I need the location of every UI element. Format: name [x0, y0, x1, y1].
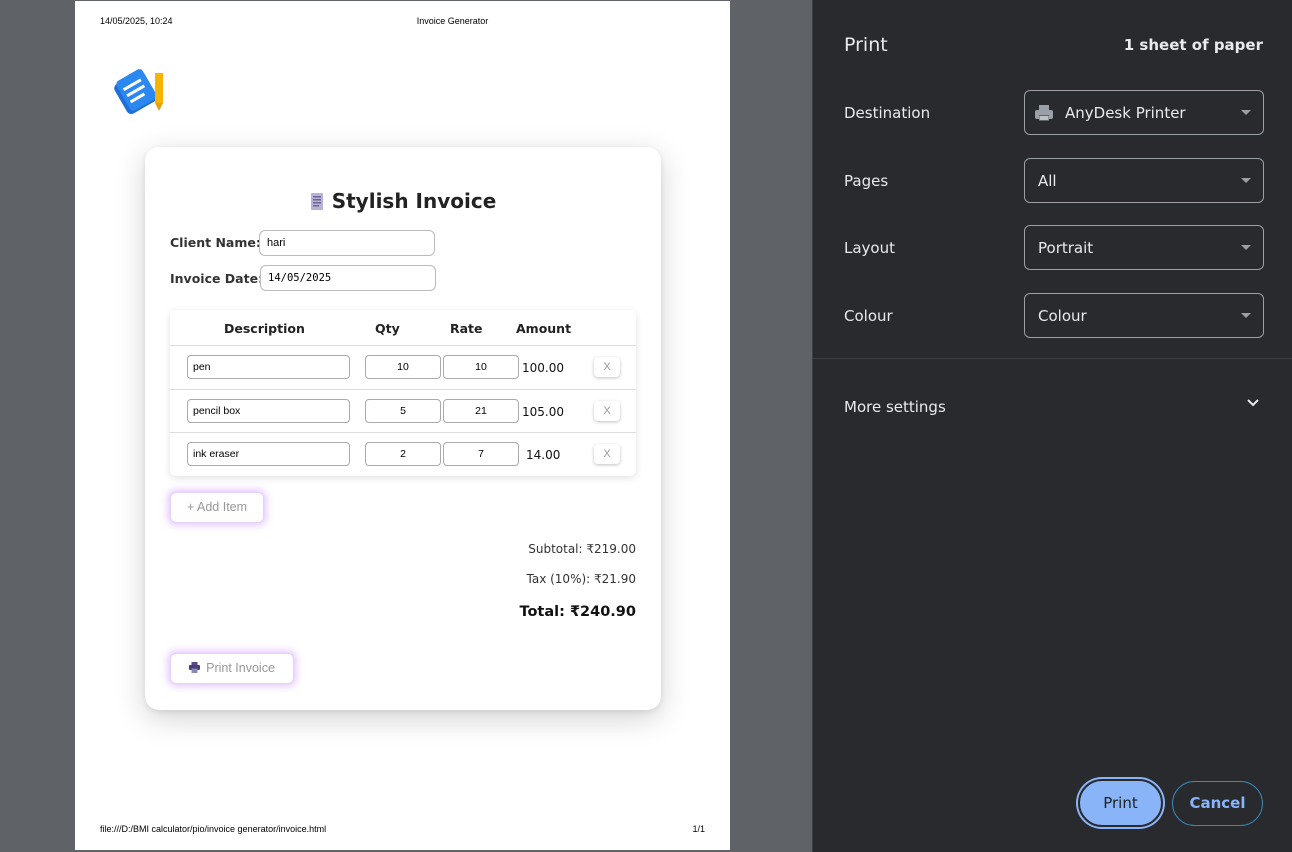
- more-settings-toggle[interactable]: More settings: [813, 384, 1292, 428]
- column-header-description: Description: [224, 321, 305, 336]
- layout-select[interactable]: Portrait: [1024, 225, 1264, 270]
- colour-select[interactable]: Colour: [1024, 293, 1264, 338]
- table-row: pen 10 10 100.00 X: [170, 345, 636, 388]
- cancel-button[interactable]: Cancel: [1172, 781, 1263, 826]
- colour-label: Colour: [844, 307, 893, 325]
- add-item-button[interactable]: + Add Item: [170, 492, 264, 523]
- destination-value: AnyDesk Printer: [1065, 104, 1186, 122]
- printer-icon: [1035, 105, 1053, 121]
- panel-title: Print: [844, 34, 888, 56]
- invoice-logo-icon: [114, 69, 163, 115]
- more-settings-label: More settings: [844, 398, 946, 416]
- destination-label: Destination: [844, 104, 931, 122]
- item-description-input[interactable]: ink eraser: [187, 442, 350, 466]
- invoice-card: Stylish Invoice Client Name: hari Invoic…: [145, 147, 661, 710]
- client-name-label: Client Name:: [170, 235, 261, 250]
- client-name-input[interactable]: hari: [259, 230, 435, 256]
- table-row: pencil box 5 21 105.00 X: [170, 389, 636, 432]
- column-header-amount: Amount: [516, 321, 572, 336]
- print-invoice-button[interactable]: Print Invoice: [170, 653, 294, 684]
- remove-item-button[interactable]: X: [594, 444, 620, 464]
- chevron-down-icon: [1241, 110, 1251, 115]
- remove-item-button[interactable]: X: [594, 401, 620, 421]
- footer-page-number: 1/1: [692, 824, 705, 834]
- column-header-qty: Qty: [375, 321, 400, 336]
- header-title: Invoice Generator: [416, 16, 489, 26]
- layout-value: Portrait: [1038, 239, 1094, 257]
- invoice-title-text: Stylish Invoice: [331, 189, 497, 213]
- invoice-date-label: Invoice Date:: [170, 271, 264, 286]
- invoice-date-input[interactable]: 14/05/2025: [260, 265, 436, 291]
- subtotal-text: Subtotal: ₹219.00: [528, 542, 636, 556]
- chevron-down-icon: [1247, 399, 1259, 407]
- items-table: Description Qty Rate Amount pen 10 10 10…: [170, 310, 636, 476]
- chevron-down-icon: [1241, 245, 1251, 250]
- print-button[interactable]: Print: [1078, 779, 1163, 827]
- print-preview-area: 14/05/2025, 10:24 Invoice Generator Styl…: [0, 0, 812, 852]
- chevron-down-icon: [1241, 313, 1251, 318]
- item-amount: 105.00: [522, 405, 564, 419]
- colour-value: Colour: [1038, 307, 1087, 325]
- item-rate-input[interactable]: 7: [443, 442, 519, 466]
- layout-label: Layout: [844, 239, 895, 257]
- item-qty-input[interactable]: 2: [365, 442, 441, 466]
- print-settings-panel: Print 1 sheet of paper Destination AnyDe…: [812, 0, 1292, 852]
- print-invoice-label: Print Invoice: [206, 661, 275, 675]
- item-qty-input[interactable]: 10: [365, 355, 441, 379]
- chevron-down-icon: [1241, 178, 1251, 183]
- preview-sheet: 14/05/2025, 10:24 Invoice Generator Styl…: [75, 1, 730, 850]
- footer-url: file:///D:/BMI calculator/pio/invoice ge…: [100, 824, 327, 834]
- pages-select[interactable]: All: [1024, 158, 1264, 203]
- sheet-count: 1 sheet of paper: [1123, 36, 1263, 54]
- total-text: Total: ₹240.90: [519, 604, 636, 620]
- pages-label: Pages: [844, 172, 889, 190]
- destination-select[interactable]: AnyDesk Printer: [1024, 90, 1264, 135]
- table-row: ink eraser 2 7 14.00 X: [170, 432, 636, 475]
- column-header-rate: Rate: [450, 321, 483, 336]
- remove-item-button[interactable]: X: [594, 357, 620, 377]
- invoice-title: Stylish Invoice: [145, 189, 661, 213]
- item-description-input[interactable]: pen: [187, 355, 350, 379]
- item-qty-input[interactable]: 5: [365, 399, 441, 423]
- pages-value: All: [1038, 172, 1057, 190]
- item-amount: 100.00: [522, 361, 564, 375]
- receipt-icon: [310, 191, 324, 210]
- tax-text: Tax (10%): ₹21.90: [526, 572, 637, 586]
- printer-icon: [189, 655, 201, 673]
- item-rate-input[interactable]: 21: [443, 399, 519, 423]
- item-description-input[interactable]: pencil box: [187, 399, 350, 423]
- panel-divider: [813, 358, 1292, 359]
- item-rate-input[interactable]: 10: [443, 355, 519, 379]
- item-amount: 14.00: [526, 448, 561, 462]
